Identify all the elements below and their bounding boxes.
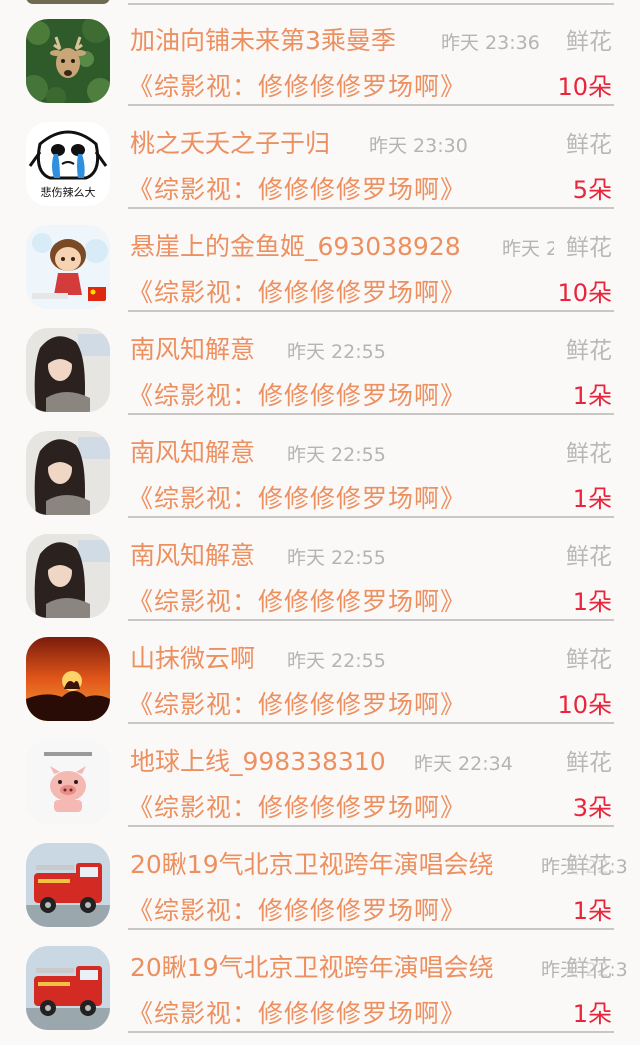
gift-count: 1朵 — [572, 897, 612, 925]
list-item[interactable]: 南风知解意 昨天 22:55 鲜花 《综影视：修修修修罗场啊》 1朵 — [0, 518, 640, 621]
username[interactable]: 桃之夭夭之子于归 — [130, 128, 330, 160]
work-title[interactable]: 《综影视：修修修修罗场啊》 — [128, 895, 466, 927]
timestamp: 昨天 23:36 — [441, 32, 540, 54]
gift-type: 鲜花 — [566, 645, 612, 675]
gift-type: 鲜花 — [566, 439, 612, 469]
deer-photo-avatar[interactable] — [26, 19, 110, 103]
gift-type: 鲜花 — [566, 748, 612, 778]
gift-count: 3朵 — [572, 794, 612, 822]
row-divider — [128, 1031, 614, 1033]
work-title[interactable]: 《综影视：修修修修罗场啊》 — [128, 998, 466, 1030]
username[interactable]: 地球上线_998338310 — [130, 746, 386, 778]
gift-type: 鲜花 — [566, 27, 612, 57]
work-title[interactable]: 《综影视：修修修修罗场啊》 — [128, 792, 466, 824]
list-item[interactable]: 20瞅19气北京卫视跨年演唱会绕 昨天 22:3 鲜花 《综影视：修修修修罗场啊… — [0, 827, 640, 930]
cartoon-girl-avatar[interactable] — [26, 225, 110, 309]
sunset-photo-avatar[interactable] — [26, 637, 110, 721]
work-title[interactable]: 《综影视：修修修修罗场啊》 — [128, 380, 466, 412]
list-item[interactable]: 南风知解意 昨天 22:55 鲜花 《综影视：修修修修罗场啊》 1朵 — [0, 312, 640, 415]
username[interactable]: 悬崖上的金鱼姬_693038928 — [130, 231, 461, 263]
gift-count: 10朵 — [557, 73, 612, 101]
crying-cartoon-avatar[interactable]: 悲伤辣么大 — [26, 122, 110, 206]
timestamp: 昨天 22:34 — [414, 753, 513, 775]
timestamp: 昨天 22:55 — [287, 444, 386, 466]
work-title[interactable]: 《综影视：修修修修罗场啊》 — [128, 483, 466, 515]
gift-type: 鲜花 — [566, 233, 612, 263]
username[interactable]: 加油向铺未来第3乘曼季 — [130, 25, 396, 57]
gift-count: 1朵 — [572, 382, 612, 410]
timestamp: 昨天 23:30 — [502, 238, 554, 260]
list-item[interactable]: 山抹微云啊 昨天 22:55 鲜花 《综影视：修修修修罗场啊》 10朵 — [0, 621, 640, 724]
list-item[interactable]: 南风知解意 昨天 22:55 鲜花 《综影视：修修修修罗场啊》 1朵 — [0, 415, 640, 518]
girl-photo-avatar[interactable] — [26, 328, 110, 412]
gift-count: 10朵 — [557, 691, 612, 719]
gift-count: 5朵 — [572, 176, 612, 204]
gift-count: 10朵 — [557, 279, 612, 307]
fire-truck-toy-avatar[interactable] — [26, 946, 110, 1030]
work-title[interactable]: 《综影视：修修修修罗场啊》 — [128, 174, 466, 206]
username[interactable]: 20瞅19气北京卫视跨年演唱会绕 — [130, 952, 494, 984]
username[interactable]: 南风知解意 — [130, 540, 255, 572]
pig-cartoon-avatar[interactable] — [26, 740, 110, 824]
gift-type: 鲜花 — [566, 542, 612, 572]
gift-type: 鲜花 — [566, 336, 612, 366]
list-item[interactable]: 20瞅19气北京卫视跨年演唱会绕 昨天 22:3 鲜花 《综影视：修修修修罗场啊… — [0, 930, 640, 1033]
fire-truck-toy-avatar[interactable] — [26, 843, 110, 927]
timestamp: 昨天 22:55 — [287, 650, 386, 672]
gift-count: 1朵 — [572, 1000, 612, 1028]
gift-type: 鲜花 — [566, 130, 612, 160]
timestamp: 昨天 22:55 — [287, 547, 386, 569]
timestamp: 昨天 23:30 — [369, 135, 468, 157]
girl-photo-avatar[interactable] — [26, 534, 110, 618]
list-item[interactable]: 地球上线_998338310 昨天 22:34 鲜花 《综影视：修修修修罗场啊》… — [0, 724, 640, 827]
username[interactable]: 山抹微云啊 — [130, 643, 255, 675]
timestamp: 昨天 22:55 — [287, 341, 386, 363]
gift-type: 鲜花 — [566, 851, 612, 881]
username[interactable]: 南风知解意 — [130, 334, 255, 366]
work-title[interactable]: 《综影视：修修修修罗场啊》 — [128, 689, 466, 721]
username[interactable]: 20瞅19气北京卫视跨年演唱会绕 — [130, 849, 494, 881]
work-title[interactable]: 《综影视：修修修修罗场啊》 — [128, 277, 466, 309]
username[interactable]: 南风知解意 — [130, 437, 255, 469]
avatar-caption: 悲伤辣么大 — [40, 186, 96, 199]
list-item[interactable]: 加油向铺未来第3乘曼季 昨天 23:36 鲜花 《综影视：修修修修罗场啊》 10… — [0, 3, 640, 106]
work-title[interactable]: 《综影视：修修修修罗场啊》 — [128, 586, 466, 618]
list-item[interactable]: 悲伤辣么大 桃之夭夭之子于归 昨天 23:30 鲜花 《综影视：修修修修罗场啊》… — [0, 106, 640, 209]
work-title[interactable]: 《综影视：修修修修罗场啊》 — [128, 71, 466, 103]
gift-type: 鲜花 — [566, 954, 612, 984]
gift-count: 1朵 — [572, 588, 612, 616]
list-item[interactable]: 悬崖上的金鱼姬_693038928 昨天 23:30 鲜花 《综影视：修修修修罗… — [0, 209, 640, 312]
gift-record-list[interactable]: 加油向铺未来第3乘曼季 昨天 23:36 鲜花 《综影视：修修修修罗场啊》 10… — [0, 0, 640, 1045]
girl-photo-avatar[interactable] — [26, 431, 110, 515]
gift-count: 1朵 — [572, 485, 612, 513]
